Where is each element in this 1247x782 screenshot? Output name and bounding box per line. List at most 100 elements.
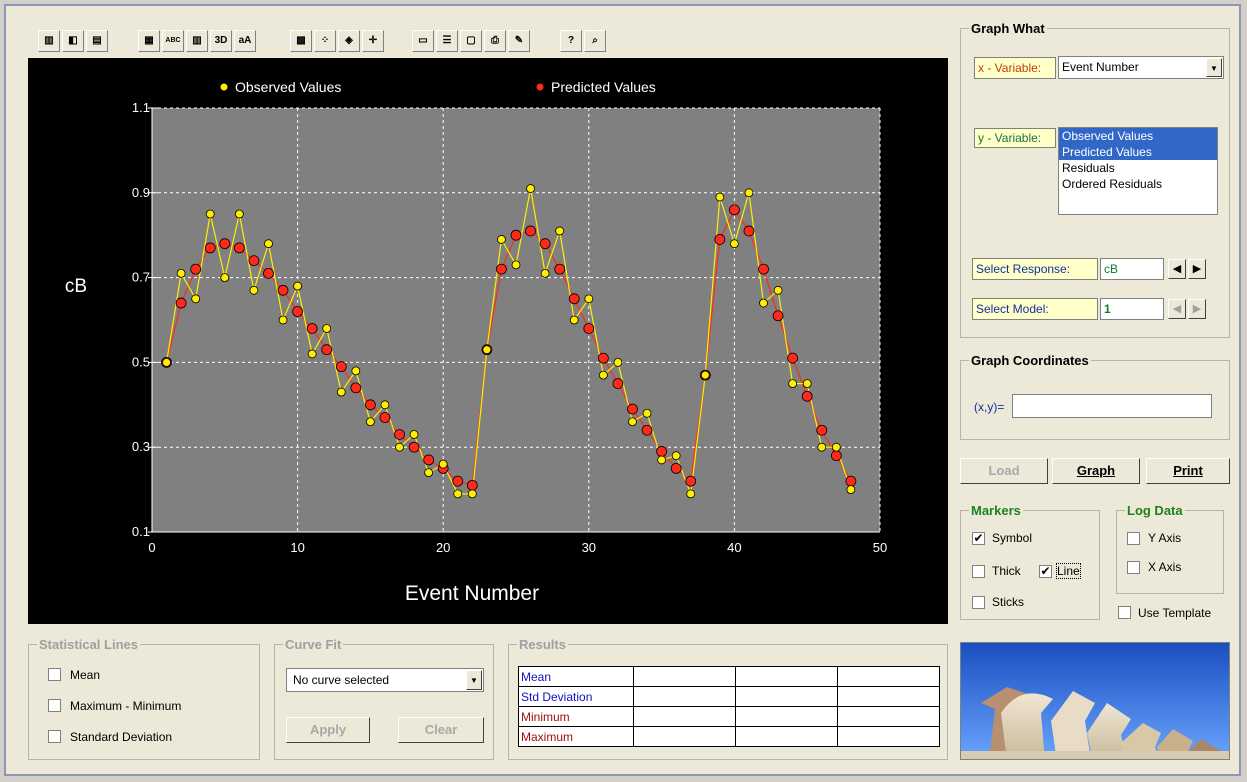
select-model-label: Select Model:	[972, 298, 1098, 320]
three-d-icon[interactable]: 3D	[210, 30, 232, 52]
max-min-label: Maximum - Minimum	[70, 699, 182, 713]
chart-area: 0 10 20 30 40 50 0.1 0.3 0.5 0.7 0.9 1.1 Event Numbe…	[28, 58, 948, 624]
pen-icon[interactable]: ✎	[508, 30, 530, 52]
legend-label: Predicted Values	[551, 79, 656, 95]
y-variable-list[interactable]: Observed Values Predicted Values Residuals…	[1058, 127, 1218, 215]
results-cell	[633, 666, 736, 687]
predicted-point	[597, 352, 609, 364]
observed-point	[482, 345, 492, 355]
predicted-point	[350, 382, 362, 394]
predicted-point	[656, 446, 667, 457]
y-variable-option[interactable]: Predicted Values	[1059, 144, 1217, 160]
results-row-label: Minimum	[518, 706, 634, 727]
model-prev-icon[interactable]: ◀	[1168, 299, 1186, 319]
x-axis-log-checkbox[interactable]	[1127, 561, 1140, 574]
plot-background	[152, 108, 880, 532]
x-axis-label: Event Number	[405, 582, 539, 605]
list-icon[interactable]: ☰	[436, 30, 458, 52]
zoom-icon[interactable]: ⌕	[584, 30, 606, 52]
predicted-point	[758, 263, 769, 275]
apply-button[interactable]: Apply	[286, 717, 370, 743]
help-icon[interactable]: ?	[560, 30, 582, 52]
landscape-picture	[960, 642, 1230, 760]
area-chart-icon[interactable]: ◧	[62, 30, 84, 52]
text-abc-icon[interactable]: ABC	[162, 30, 184, 52]
y-tick-label: 0.1	[132, 524, 150, 539]
markers-title: Markers	[969, 503, 1023, 518]
results-row-label: Std Deviation	[518, 686, 634, 707]
symbol-checkbox[interactable]: ✔	[972, 532, 985, 545]
predicted-point	[204, 242, 216, 254]
label-icon[interactable]: ▢	[460, 30, 482, 52]
pattern-icon[interactable]: ▩	[290, 30, 312, 52]
predicted-point	[190, 263, 202, 275]
log-data-group: Log Data	[1116, 503, 1224, 594]
observed-point	[759, 298, 768, 308]
observed-point	[380, 400, 390, 410]
x-tick-label: 0	[148, 540, 155, 555]
predicted-point	[845, 475, 857, 487]
predicted-point	[321, 344, 333, 356]
grid-lines-icon[interactable]: ▥	[186, 30, 208, 52]
observed-point	[744, 188, 754, 198]
response-next-icon[interactable]: ▶	[1188, 259, 1206, 279]
results-row: Std Deviation	[518, 686, 940, 707]
observed-point	[831, 442, 841, 452]
print-preview-icon[interactable]: ⎙	[484, 30, 506, 52]
observed-point	[817, 442, 827, 452]
x-variable-select[interactable]: Event Number	[1058, 56, 1224, 79]
x-tick-label: 20	[436, 540, 450, 555]
sticks-checkbox[interactable]	[972, 596, 985, 609]
thick-checkbox[interactable]	[972, 565, 985, 578]
mean-checkbox[interactable]	[48, 668, 61, 681]
max-min-checkbox[interactable]	[48, 699, 61, 712]
predicted-point	[466, 479, 478, 491]
y-axis-log-checkbox[interactable]	[1127, 532, 1140, 545]
y-variable-option[interactable]: Ordered Residuals	[1059, 176, 1217, 192]
response-prev-icon[interactable]: ◀	[1168, 259, 1186, 279]
model-next-icon[interactable]: ▶	[1188, 299, 1206, 319]
print-button[interactable]: Print	[1146, 458, 1230, 484]
observed-point	[773, 285, 783, 295]
predicted-point	[452, 475, 464, 487]
legend-icon[interactable]: ▭	[412, 30, 434, 52]
marker-icon[interactable]: ◈	[338, 30, 360, 52]
crosshair-icon[interactable]: ✛	[362, 30, 384, 52]
coordinates-field[interactable]	[1012, 394, 1212, 418]
predicted-point	[801, 390, 813, 402]
x-variable-dropdown-icon[interactable]: ▼	[1206, 58, 1222, 77]
observed-point	[598, 370, 608, 380]
predicted-point	[496, 263, 507, 275]
predicted-point	[364, 399, 376, 411]
std-dev-checkbox[interactable]	[48, 730, 61, 743]
curve-fit-dropdown-icon[interactable]: ▼	[466, 670, 482, 690]
observed-point	[191, 294, 201, 304]
y-axis-log-label: Y Axis	[1148, 531, 1182, 545]
line-checkbox[interactable]: ✔	[1039, 565, 1052, 578]
y-tick-label: 0.7	[132, 270, 150, 285]
curve-fit-select[interactable]: No curve selected	[286, 668, 484, 692]
chart-svg: 0 10 20 30 40 50 0.1 0.3 0.5 0.7 0.9 1.1 Event Numbe…	[65, 79, 887, 605]
data-grid-icon[interactable]: ▦	[138, 30, 160, 52]
select-model-field[interactable]: 1	[1100, 298, 1164, 320]
y-variable-option[interactable]: Residuals	[1059, 160, 1217, 176]
y-axis-label: cB	[65, 276, 87, 297]
clear-button[interactable]: Clear	[398, 717, 484, 743]
sticks-label: Sticks	[992, 595, 1025, 609]
gantt-chart-icon[interactable]: ▤	[86, 30, 108, 52]
results-row-label: Maximum	[518, 726, 634, 747]
bar-chart-icon[interactable]: ▥	[38, 30, 60, 52]
observed-point	[700, 370, 710, 380]
observed-point	[351, 366, 361, 376]
load-button[interactable]: Load	[960, 458, 1048, 484]
x-axis-log-label: X Axis	[1148, 560, 1182, 574]
observed-point	[584, 294, 594, 304]
font-icon[interactable]: aA	[234, 30, 256, 52]
use-template-checkbox[interactable]	[1118, 606, 1131, 619]
observed-point	[555, 226, 565, 236]
y-variable-option[interactable]: Observed Values	[1059, 128, 1217, 144]
scatter-icon[interactable]: ⁘	[314, 30, 336, 52]
thick-label: Thick	[992, 564, 1021, 578]
graph-button[interactable]: Graph	[1052, 458, 1140, 484]
select-response-field[interactable]: cB	[1100, 258, 1164, 280]
